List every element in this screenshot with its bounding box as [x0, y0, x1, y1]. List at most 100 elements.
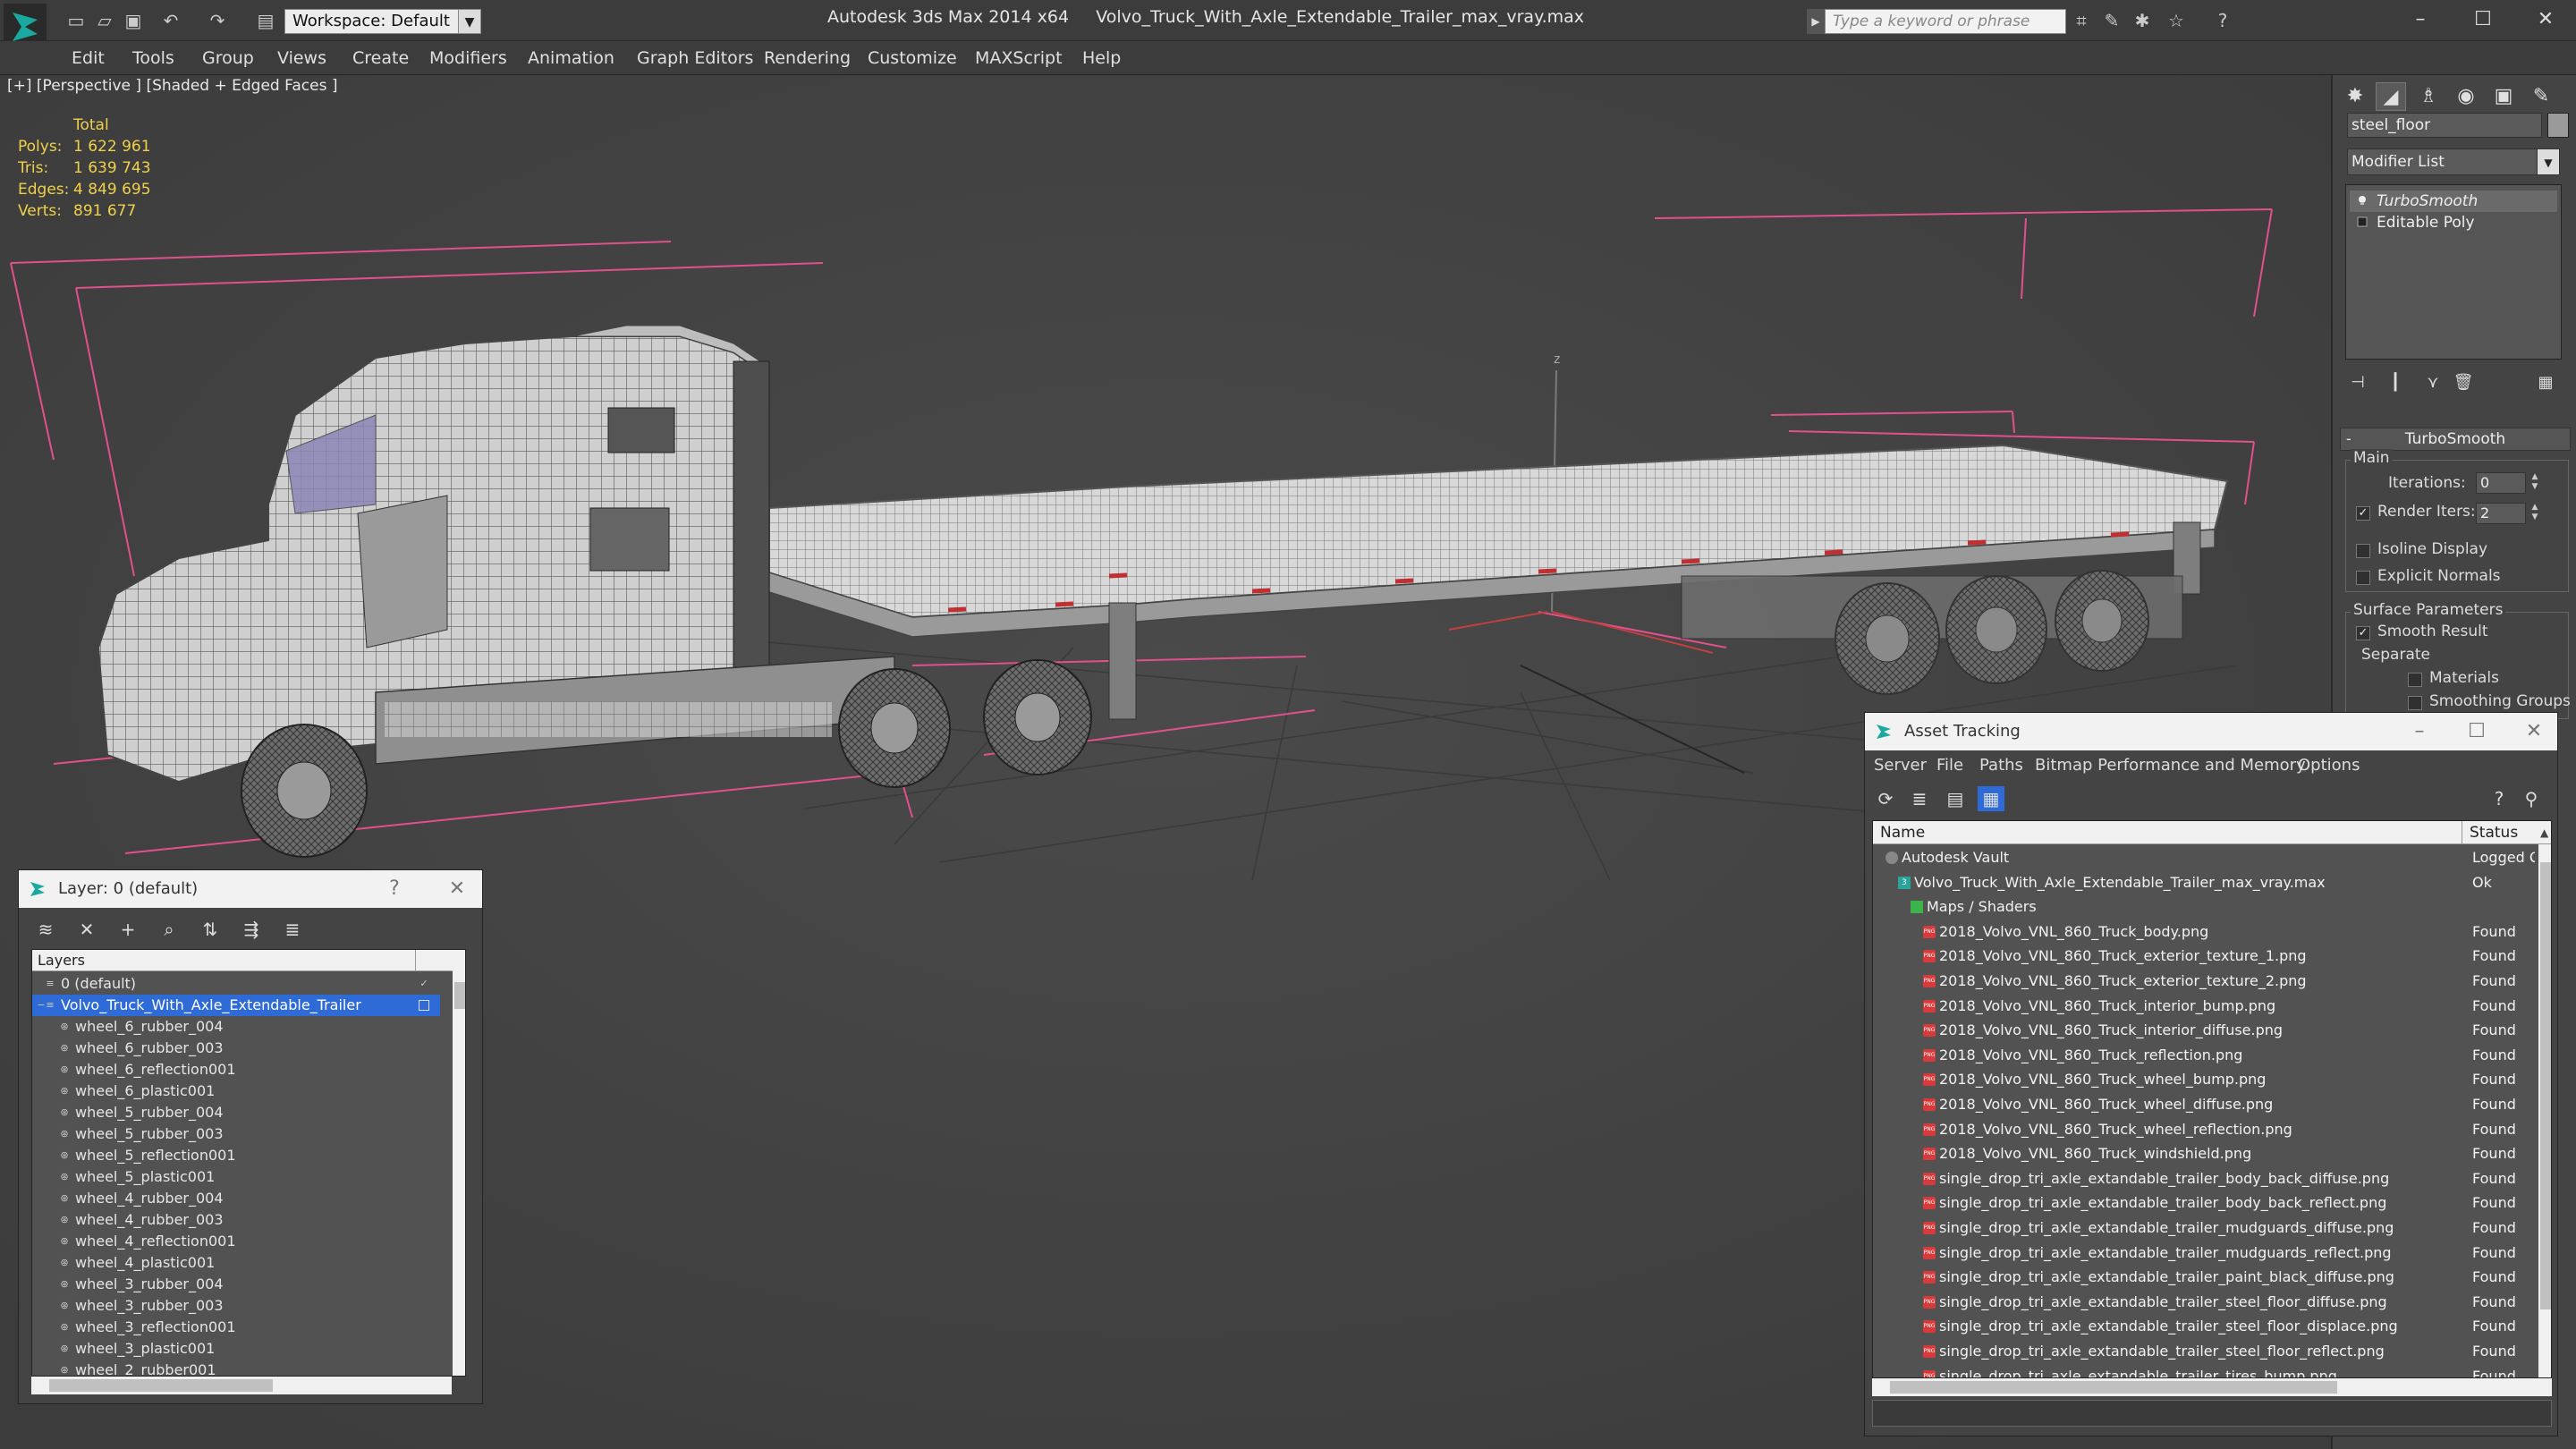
menu-rendering[interactable]: Rendering	[764, 48, 851, 68]
vertical-scrollbar[interactable]	[453, 950, 465, 1376]
object-row[interactable]: ⊛ wheel_2_rubber001	[32, 1360, 440, 1376]
render-iters-spinner[interactable]: 2	[2476, 503, 2526, 524]
collapse-minus-icon[interactable]: -	[2346, 428, 2351, 450]
menu-views[interactable]: Views	[277, 48, 326, 68]
menu-group[interactable]: Group	[202, 48, 254, 68]
iterations-spinner[interactable]: 0	[2476, 472, 2526, 494]
chevron-down-icon[interactable]: ▼	[2537, 148, 2560, 175]
asset-row[interactable]: PNG single_drop_tri_axle_extandable_trail…	[1873, 1216, 2538, 1240]
chevron-up-icon[interactable]: ▲	[2533, 821, 2548, 844]
delete-layer-icon[interactable]: ✕	[74, 917, 99, 942]
asset-row[interactable]: PNG 2018_Volvo_VNL_860_Truck_wheel_diffus…	[1873, 1093, 2538, 1116]
object-row[interactable]: ⊛ wheel_6_rubber_004	[32, 1016, 440, 1038]
menu-tools[interactable]: Tools	[132, 48, 174, 68]
project-folder-icon[interactable]: ▤	[256, 11, 275, 30]
horizontal-scrollbar[interactable]	[1872, 1378, 2552, 1396]
create-tab-icon[interactable]: ✸	[2340, 82, 2370, 111]
turbosmooth-rollout-header[interactable]: - TurboSmooth	[2340, 428, 2571, 451]
asset-row[interactable]: PNG single_drop_tri_axle_extandable_trail…	[1873, 1167, 2538, 1191]
asset-row[interactable]: Autodesk Vault Logged Out	[1873, 846, 2538, 869]
menu-create[interactable]: Create	[352, 48, 409, 68]
object-row[interactable]: ⊛ wheel_6_reflection001	[32, 1059, 440, 1080]
object-row[interactable]: ⊛ wheel_4_rubber_004	[32, 1188, 440, 1209]
add-layer-icon[interactable]: +	[115, 917, 140, 942]
table-view-icon[interactable]: ▦	[1978, 786, 2004, 811]
name-column-header[interactable]: Name	[1873, 821, 1925, 844]
object-color-swatch[interactable]	[2547, 113, 2569, 138]
asset-row[interactable]: PNG single_drop_tri_axle_extandable_trail…	[1873, 1340, 2538, 1363]
search-expand-icon[interactable]: ▶	[1807, 9, 1825, 34]
object-row[interactable]: ⊛ wheel_5_rubber_003	[32, 1123, 440, 1145]
layer-row[interactable]: ≡ 0 (default) ✓	[32, 973, 440, 995]
remove-modifier-icon[interactable]: 🗑	[2451, 370, 2476, 395]
explicit-normals-checkbox[interactable]	[2356, 571, 2370, 585]
workspace-dropdown[interactable]: Workspace: Default	[284, 9, 481, 34]
object-row[interactable]: ⊛ wheel_5_rubber_004	[32, 1102, 440, 1123]
make-unique-icon[interactable]: ⋎	[2420, 370, 2445, 395]
asset-row[interactable]: PNG 2018_Volvo_VNL_860_Truck_windshield.p…	[1873, 1142, 2538, 1165]
menu-paths[interactable]: Paths	[1979, 756, 2023, 775]
menu-bitmap-performance[interactable]: Bitmap Performance and Memory	[2035, 756, 2306, 775]
object-name-field[interactable]: steel_floor	[2347, 113, 2542, 138]
object-row[interactable]: ⊛ wheel_3_rubber_004	[32, 1274, 440, 1295]
vertical-scrollbar[interactable]	[2538, 844, 2551, 1377]
hierarchy-tab-icon[interactable]: ♗	[2413, 82, 2444, 111]
asset-row[interactable]: PNG 2018_Volvo_VNL_860_Truck_wheel_reflec…	[1873, 1118, 2538, 1141]
subscription-icon[interactable]: ✎	[2102, 11, 2122, 30]
asset-row[interactable]: PNG 2018_Volvo_VNL_860_Truck_exterior_tex…	[1873, 945, 2538, 968]
menu-server[interactable]: Server	[1874, 756, 1927, 775]
menu-graph-editors[interactable]: Graph Editors	[637, 48, 753, 68]
asset-row[interactable]: 3 Volvo_Truck_With_Axle_Extendable_Traile…	[1873, 871, 2538, 894]
hide-all-layers-icon[interactable]: ≣	[280, 917, 305, 942]
object-row[interactable]: ⊛ wheel_3_plastic001	[32, 1338, 440, 1360]
asset-row[interactable]: PNG single_drop_tri_axle_extandable_trail…	[1873, 1365, 2538, 1377]
modifier-list-dropdown[interactable]: Modifier List	[2347, 148, 2555, 175]
object-row[interactable]: ⊛ wheel_5_reflection001	[32, 1145, 440, 1166]
column-divider[interactable]	[415, 950, 433, 971]
scrollbar-thumb[interactable]	[1890, 1381, 2337, 1394]
redo-icon[interactable]: ↷	[208, 11, 227, 30]
close-icon[interactable]: ✕	[2528, 4, 2563, 36]
show-end-result-icon[interactable]: ┃	[2383, 370, 2408, 395]
open-file-icon[interactable]: ▱	[95, 11, 114, 30]
minimize-icon[interactable]: –	[2402, 713, 2437, 750]
asset-row[interactable]: PNG single_drop_tri_axle_extandable_trail…	[1873, 1266, 2538, 1289]
menu-file[interactable]: File	[1936, 756, 1963, 775]
select-objects-icon[interactable]: ⌕	[157, 917, 182, 942]
chevron-down-icon[interactable]: ▼	[458, 9, 481, 34]
scrollbar-thumb[interactable]	[49, 1379, 273, 1392]
layer-window-titlebar[interactable]: Layer: 0 (default) ? ✕	[19, 870, 482, 908]
asset-row[interactable]: PNG 2018_Volvo_VNL_860_Truck_interior_dif…	[1873, 1019, 2538, 1042]
pin-stack-icon[interactable]: ⊣	[2345, 370, 2370, 395]
asset-row[interactable]: PNG 2018_Volvo_VNL_860_Truck_exterior_tex…	[1873, 970, 2538, 993]
lightbulb-icon[interactable]	[2357, 195, 2368, 206]
stack-item-turbosmooth[interactable]: TurboSmooth	[2350, 191, 2557, 212]
help-icon[interactable]: ?	[377, 870, 412, 908]
object-row[interactable]: ⊛ wheel_3_rubber_003	[32, 1295, 440, 1317]
whats-this-icon[interactable]: ⚲	[2518, 786, 2545, 811]
object-row[interactable]: ⊛ wheel_4_reflection001	[32, 1231, 440, 1252]
close-icon[interactable]: ✕	[439, 870, 475, 908]
asset-row[interactable]: PNG single_drop_tri_axle_extandable_trail…	[1873, 1241, 2538, 1265]
object-row[interactable]: ⊛ wheel_6_plastic001	[32, 1080, 440, 1102]
spinner-arrows-icon[interactable]: ▲ ▼	[2528, 503, 2542, 524]
display-tab-icon[interactable]: ▣	[2488, 82, 2519, 111]
object-row[interactable]: ⊛ wheel_5_plastic001	[32, 1166, 440, 1188]
object-row[interactable]: ⊛ wheel_4_rubber_003	[32, 1209, 440, 1231]
new-file-icon[interactable]: ▭	[66, 11, 86, 30]
expand-plus-icon[interactable]	[2357, 216, 2368, 227]
detail-view-icon[interactable]: ▤	[1942, 786, 1969, 811]
stack-item-editable-poly[interactable]: Editable Poly	[2350, 212, 2557, 233]
communication-icon[interactable]: ✱	[2132, 11, 2152, 30]
minimize-icon[interactable]: –	[2402, 4, 2438, 36]
undo-icon[interactable]: ↶	[161, 11, 181, 30]
scrollbar-thumb[interactable]	[2540, 862, 2551, 1309]
set-current-layer-icon[interactable]: ⇶	[239, 917, 264, 942]
favorites-star-icon[interactable]: ☆	[2166, 11, 2186, 30]
layers-stack-icon[interactable]: ≋	[33, 917, 58, 942]
layer-row[interactable]: − ≡ Volvo_Truck_With_Axle_Extendable_Trail…	[32, 995, 440, 1016]
menu-edit[interactable]: Edit	[72, 48, 105, 68]
viewport-label[interactable]: [+] [Perspective ] [Shaded + Edged Faces…	[7, 77, 337, 95]
horizontal-scrollbar[interactable]	[31, 1377, 452, 1394]
modify-tab-icon[interactable]: ◢	[2376, 82, 2406, 111]
